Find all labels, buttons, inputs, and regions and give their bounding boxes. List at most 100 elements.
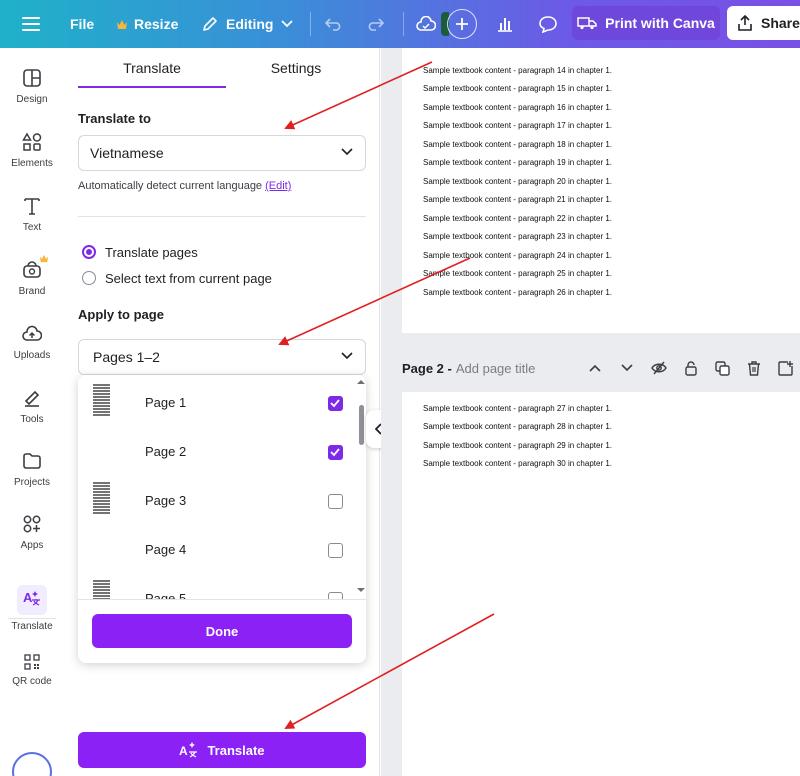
page-title-input[interactable]: Add page title <box>456 361 536 376</box>
text-line[interactable]: Sample textbook content - paragraph 30 i… <box>423 459 612 468</box>
page-checkbox-checked[interactable] <box>328 396 343 411</box>
dropdown-divider <box>78 599 366 600</box>
chevron-down-icon <box>281 20 294 28</box>
page-option[interactable]: Page 3 <box>78 475 356 524</box>
pages-select[interactable]: Pages 1–2 <box>78 339 366 375</box>
rail-item-apps[interactable]: Apps <box>0 514 64 570</box>
add-collaborator-button[interactable] <box>447 9 477 39</box>
crown-icon <box>117 19 127 29</box>
share-label: Share <box>761 15 800 31</box>
text-line[interactable]: Sample textbook content - paragraph 27 i… <box>423 404 612 413</box>
translate-icon: A <box>23 590 40 606</box>
plus-icon <box>456 18 468 30</box>
tab-settings[interactable]: Settings <box>226 48 366 88</box>
text-line[interactable]: Sample textbook content - paragraph 28 i… <box>423 422 612 431</box>
add-page-icon[interactable] <box>778 361 793 376</box>
tools-icon <box>24 390 40 407</box>
radio-selected[interactable] <box>82 245 96 259</box>
text-line[interactable]: Sample textbook content - paragraph 15 i… <box>423 84 612 93</box>
text-line[interactable]: Sample textbook content - paragraph 23 i… <box>423 232 612 241</box>
text-line[interactable]: Sample textbook content - paragraph 17 i… <box>423 121 612 130</box>
text-line[interactable]: Sample textbook content - paragraph 24 i… <box>423 251 612 260</box>
chevron-down-icon[interactable] <box>620 361 634 375</box>
scrollbar-thumb[interactable] <box>359 405 364 445</box>
option-select-text[interactable]: Select text from current page <box>82 268 272 288</box>
rail-item-label: Design <box>16 94 48 105</box>
left-rail: Design Elements Text Brand Uploads Tools… <box>0 48 64 776</box>
rail-item-label: Tools <box>20 414 44 425</box>
comment-icon[interactable] <box>538 0 558 48</box>
done-button[interactable]: Done <box>92 614 352 648</box>
option-translate-pages[interactable]: Translate pages <box>82 242 198 262</box>
svg-text:A: A <box>23 590 33 605</box>
tab-translate[interactable]: Translate <box>78 48 226 88</box>
page-option[interactable]: Page 2 <box>78 426 356 475</box>
elements-icon <box>22 132 42 151</box>
rail-item-label: Text <box>22 222 42 233</box>
text-line[interactable]: Sample textbook content - paragraph 18 i… <box>423 140 612 149</box>
dropdown-scrollbar[interactable] <box>356 375 366 600</box>
editing-mode-dropdown[interactable]: Editing <box>202 0 294 48</box>
rail-item-tools[interactable]: Tools <box>0 388 64 444</box>
undo-icon[interactable] <box>325 0 343 48</box>
magic-assistant-button[interactable] <box>12 752 52 776</box>
text-line[interactable]: Sample textbook content - paragraph 20 i… <box>423 177 612 186</box>
rail-item-label: Projects <box>13 477 51 488</box>
lock-icon[interactable] <box>684 361 698 376</box>
rail-item-elements[interactable]: Elements <box>0 132 64 188</box>
chevron-up-icon[interactable] <box>588 361 602 375</box>
menu-icon[interactable] <box>22 0 40 48</box>
page-checkbox[interactable] <box>328 494 343 509</box>
text-line[interactable]: Sample textbook content - paragraph 29 i… <box>423 441 612 450</box>
cloud-sync-icon[interactable] <box>416 0 436 48</box>
language-select[interactable]: Vietnamese <box>78 135 366 171</box>
text-line[interactable]: Sample textbook content - paragraph 22 i… <box>423 214 612 223</box>
page-option-label: Page 4 <box>145 542 187 557</box>
option-label: Translate pages <box>105 244 198 260</box>
scroll-up-icon <box>357 380 365 384</box>
text-line[interactable]: Sample textbook content - paragraph 21 i… <box>423 195 612 204</box>
top-bar: File Resize Editing Print with Canva Sha… <box>0 0 800 48</box>
rail-item-text[interactable]: Text <box>0 196 64 252</box>
page-option-label: Page 1 <box>145 395 187 410</box>
page-checkbox-checked[interactable] <box>328 445 343 460</box>
rail-item-qr-code[interactable]: QR code <box>0 654 64 710</box>
rail-item-design[interactable]: Design <box>0 68 64 124</box>
share-button[interactable]: Share <box>727 6 800 40</box>
resize-button[interactable]: Resize <box>116 0 178 48</box>
insights-chart-icon[interactable] <box>496 0 514 48</box>
page-1[interactable]: Sample textbook content - paragraph 14 i… <box>402 48 800 333</box>
duplicate-page-icon[interactable] <box>715 361 730 376</box>
redo-icon[interactable] <box>366 0 384 48</box>
rail-item-label: Brand <box>18 286 46 297</box>
edit-detect-link[interactable]: (Edit) <box>265 180 291 192</box>
hide-page-icon[interactable] <box>651 361 667 375</box>
rail-item-translate[interactable]: A Translate <box>0 585 64 641</box>
rail-item-projects[interactable]: Projects <box>0 451 64 507</box>
page-thumbnail <box>93 580 110 600</box>
page-2[interactable]: Sample textbook content - paragraph 27 i… <box>402 392 800 776</box>
pages-value: Pages 1–2 <box>93 349 160 365</box>
page-option[interactable]: Page 5 <box>78 573 356 600</box>
projects-icon <box>23 453 41 469</box>
rail-item-brand[interactable]: Brand <box>0 260 64 316</box>
page-checkbox[interactable] <box>328 543 343 558</box>
text-line[interactable]: Sample textbook content - paragraph 26 i… <box>423 288 612 297</box>
radio-unselected[interactable] <box>82 271 96 285</box>
active-tab-indicator <box>78 86 226 88</box>
text-line[interactable]: Sample textbook content - paragraph 25 i… <box>423 269 612 278</box>
check-icon <box>330 448 340 457</box>
svg-text:A: A <box>179 744 188 758</box>
resize-label: Resize <box>134 16 179 32</box>
translate-button[interactable]: A Translate <box>78 732 366 768</box>
delete-page-icon[interactable] <box>747 361 761 376</box>
print-with-canva-button[interactable]: Print with Canva <box>572 6 720 40</box>
page-option[interactable]: Page 4 <box>78 524 356 573</box>
text-line[interactable]: Sample textbook content - paragraph 19 i… <box>423 158 612 167</box>
rail-item-uploads[interactable]: Uploads <box>0 324 64 380</box>
page-thumbnail <box>93 384 110 416</box>
text-line[interactable]: Sample textbook content - paragraph 16 i… <box>423 103 612 112</box>
file-menu[interactable]: File <box>70 0 94 48</box>
page-option[interactable]: Page 1 <box>78 377 356 426</box>
text-line[interactable]: Sample textbook content - paragraph 14 i… <box>423 66 612 75</box>
